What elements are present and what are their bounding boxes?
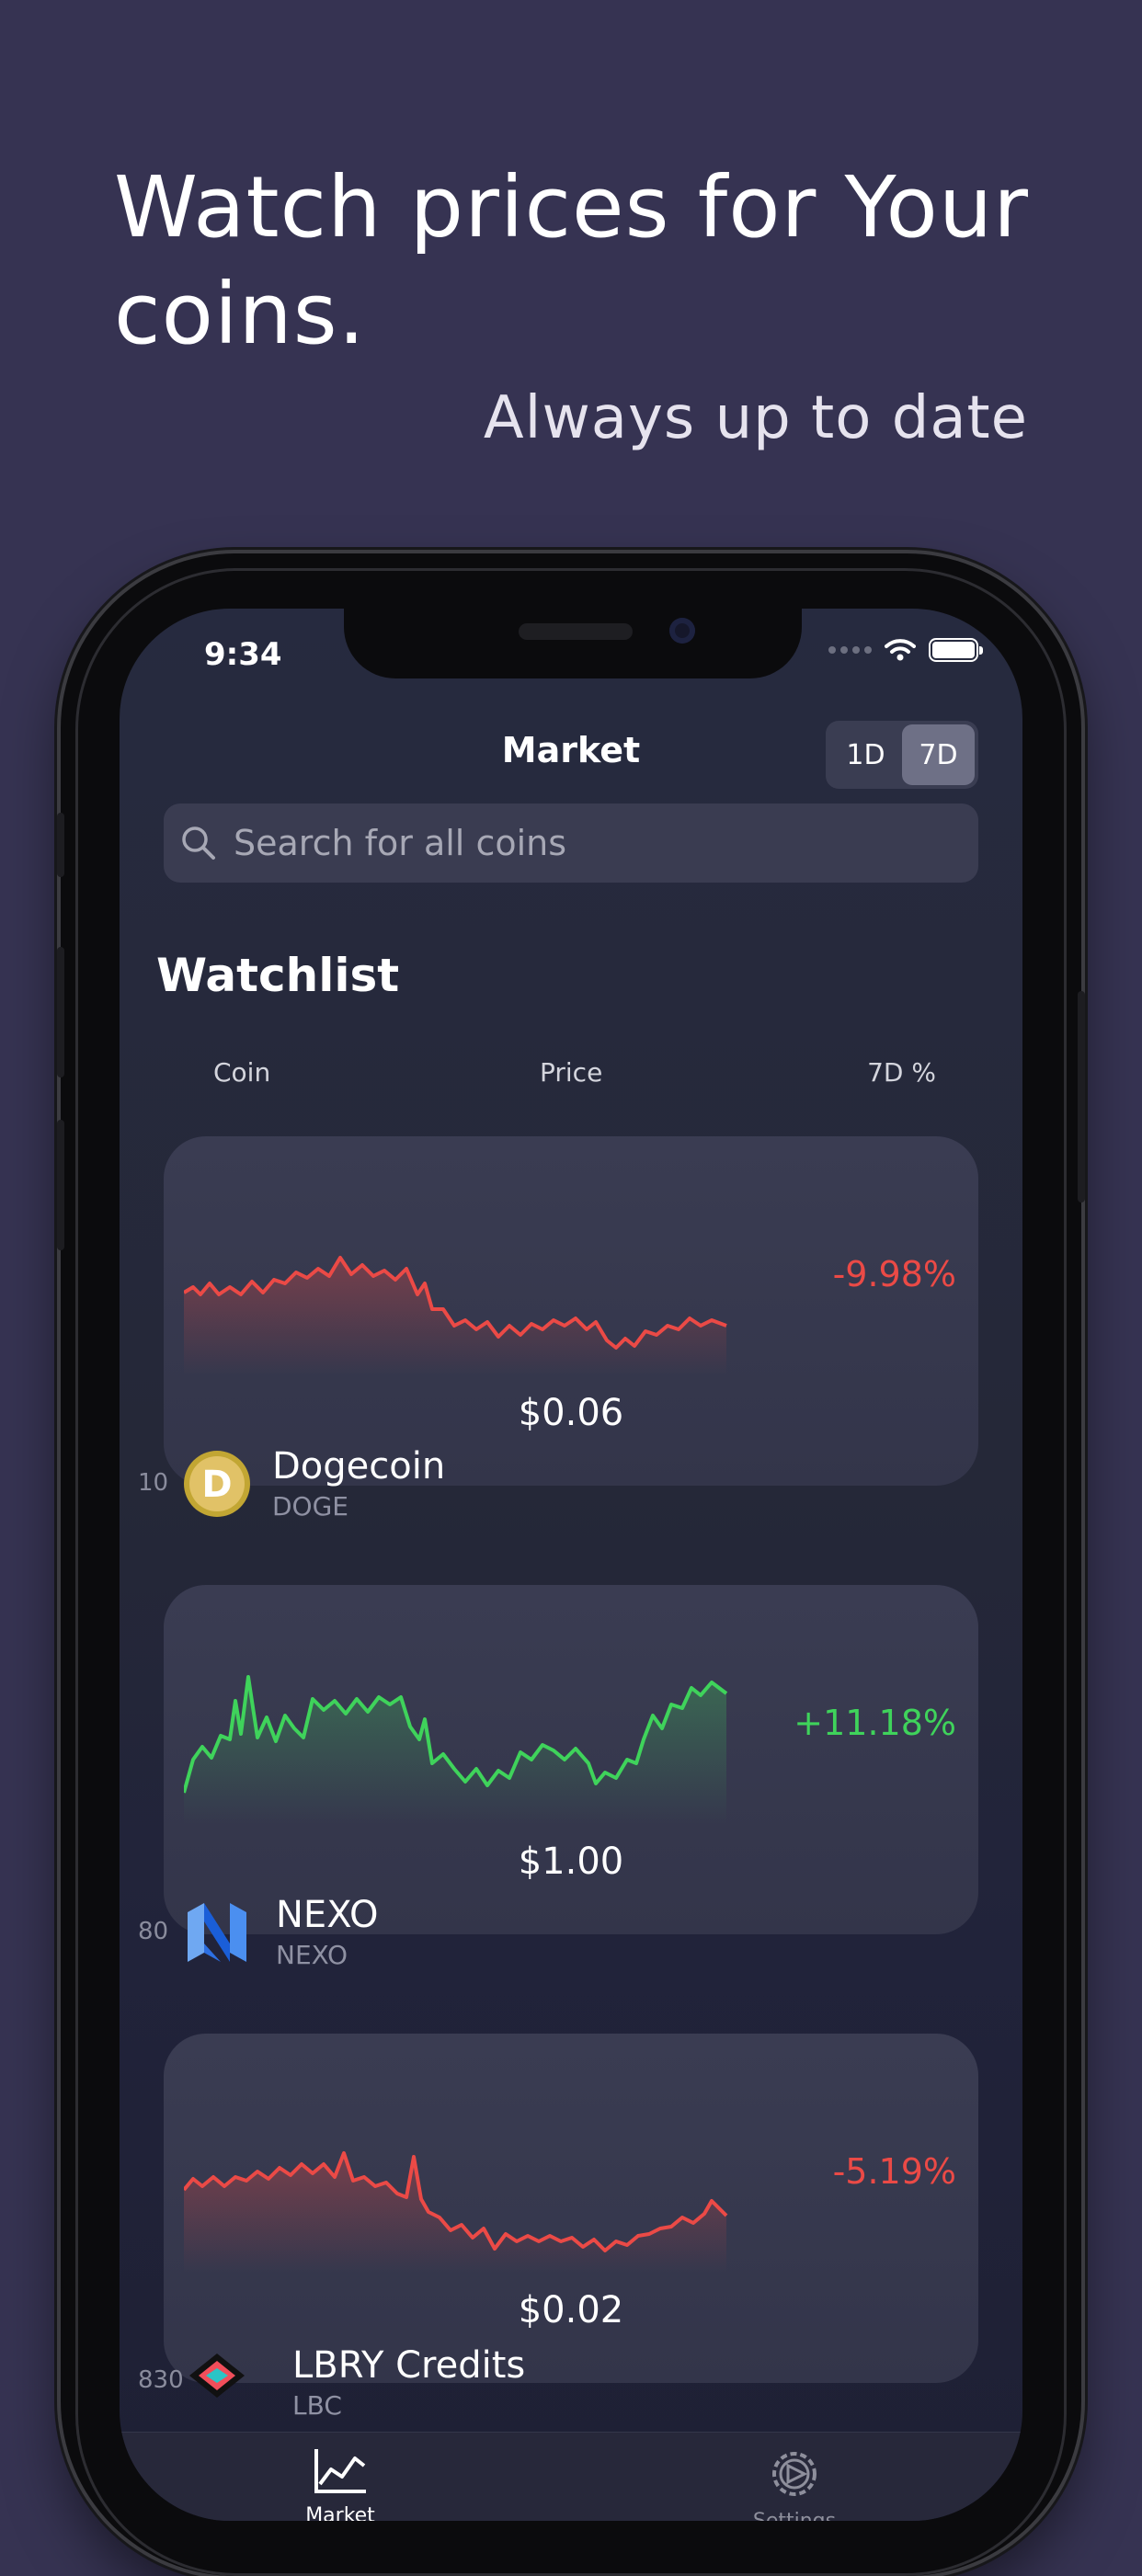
- coin-price: $0.06: [518, 1392, 624, 1434]
- gear-icon: [772, 2452, 817, 2496]
- volume-up-button: [57, 947, 64, 1077]
- timeframe-segmented-control[interactable]: 1D 7D: [826, 721, 978, 789]
- tab-market[interactable]: Market: [248, 2445, 432, 2521]
- price-change-percent: -9.98%: [832, 1254, 956, 1294]
- volume-down-button: [57, 1120, 64, 1250]
- svg-text:D: D: [201, 1464, 232, 1506]
- tab-settings[interactable]: Settings: [702, 2445, 886, 2521]
- watchlist-card[interactable]: -5.19% $0.02: [164, 2034, 978, 2383]
- coin-symbol: NEXO: [276, 1940, 348, 1970]
- watchlist-card[interactable]: -9.98% $0.06: [164, 1136, 978, 1486]
- column-headers: Coin Price 7D %: [120, 1057, 1022, 1094]
- promo-subline: Always up to date: [483, 384, 1028, 452]
- promo-headline: Watch prices for Your coins.: [114, 158, 1029, 363]
- coin-symbol: LBC: [292, 2390, 342, 2421]
- power-button: [1078, 991, 1085, 1203]
- watchlist-card[interactable]: +11.18% $1.00: [164, 1585, 978, 1934]
- status-icons: [828, 638, 983, 662]
- price-sparkline: [184, 1256, 727, 1375]
- price-sparkline: [184, 1675, 728, 1824]
- search-bar[interactable]: [164, 804, 978, 883]
- price-sparkline: [184, 2151, 728, 2273]
- front-camera: [669, 618, 695, 644]
- nexo-logo: [188, 1903, 246, 1962]
- tab-market-label: Market: [305, 2504, 375, 2521]
- coin-name: LBRY Credits: [292, 2344, 526, 2387]
- coin-rank: 830: [138, 2366, 184, 2394]
- segment-7d[interactable]: 7D: [902, 724, 975, 785]
- coin-rank: 10: [138, 1469, 169, 1497]
- chart-icon: [314, 2449, 366, 2493]
- coin-rank: 80: [138, 1918, 169, 1945]
- speaker-grille: [519, 623, 633, 640]
- coin-name: Dogecoin: [272, 1445, 446, 1487]
- mute-switch: [57, 813, 64, 877]
- price-change-percent: -5.19%: [832, 2151, 956, 2192]
- dogecoin-logo: D: [184, 1451, 250, 1517]
- app-screen: 9:34 Market 1D 7D Watchlist Coin Price 7…: [120, 609, 1022, 2521]
- wifi-icon: [885, 639, 916, 661]
- search-input[interactable]: [232, 822, 953, 864]
- segment-1d[interactable]: 1D: [829, 724, 902, 785]
- column-header-coin: Coin: [213, 1057, 271, 1088]
- column-header-change: 7D %: [867, 1057, 936, 1088]
- cellular-signal-icon: [828, 646, 872, 654]
- status-time: 9:34: [204, 636, 282, 673]
- coin-price: $0.02: [518, 2289, 624, 2331]
- battery-icon: [929, 638, 983, 662]
- tab-settings-label: Settings: [702, 2510, 886, 2521]
- lbry-logo: [189, 2354, 245, 2398]
- notch: [344, 609, 802, 678]
- watchlist-title: Watchlist: [156, 949, 400, 1002]
- tab-bar: Market Settings: [120, 2432, 1022, 2521]
- search-icon: [182, 826, 215, 860]
- coin-name: NEXO: [276, 1894, 379, 1936]
- price-change-percent: +11.18%: [794, 1703, 956, 1743]
- column-header-price: Price: [540, 1057, 603, 1088]
- coin-symbol: DOGE: [272, 1491, 348, 1522]
- coin-price: $1.00: [518, 1841, 624, 1883]
